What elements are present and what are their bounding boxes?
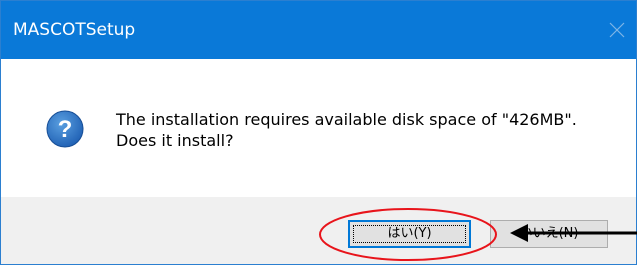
dialog-window: MASCOTSetup ? The installation requires … <box>0 0 637 265</box>
window-title: MASCOTSetup <box>13 20 136 40</box>
svg-text:?: ? <box>58 116 73 143</box>
message-line-2: Does it install? <box>116 131 234 150</box>
dialog-content: ? The installation requires available di… <box>1 59 636 197</box>
question-icon: ? <box>45 109 85 149</box>
button-bar: はい(Y) いいえ(N) <box>1 197 636 264</box>
no-button[interactable]: いいえ(N) <box>490 220 608 248</box>
yes-button-label: はい(Y) <box>387 226 432 241</box>
close-icon[interactable] <box>608 21 626 39</box>
message-line-1: The installation requires available disk… <box>116 110 577 129</box>
message-text: The installation requires available disk… <box>116 109 577 151</box>
yes-button[interactable]: はい(Y) <box>348 220 471 248</box>
no-button-label: いいえ(N) <box>519 226 579 241</box>
title-bar[interactable]: MASCOTSetup <box>1 1 636 59</box>
